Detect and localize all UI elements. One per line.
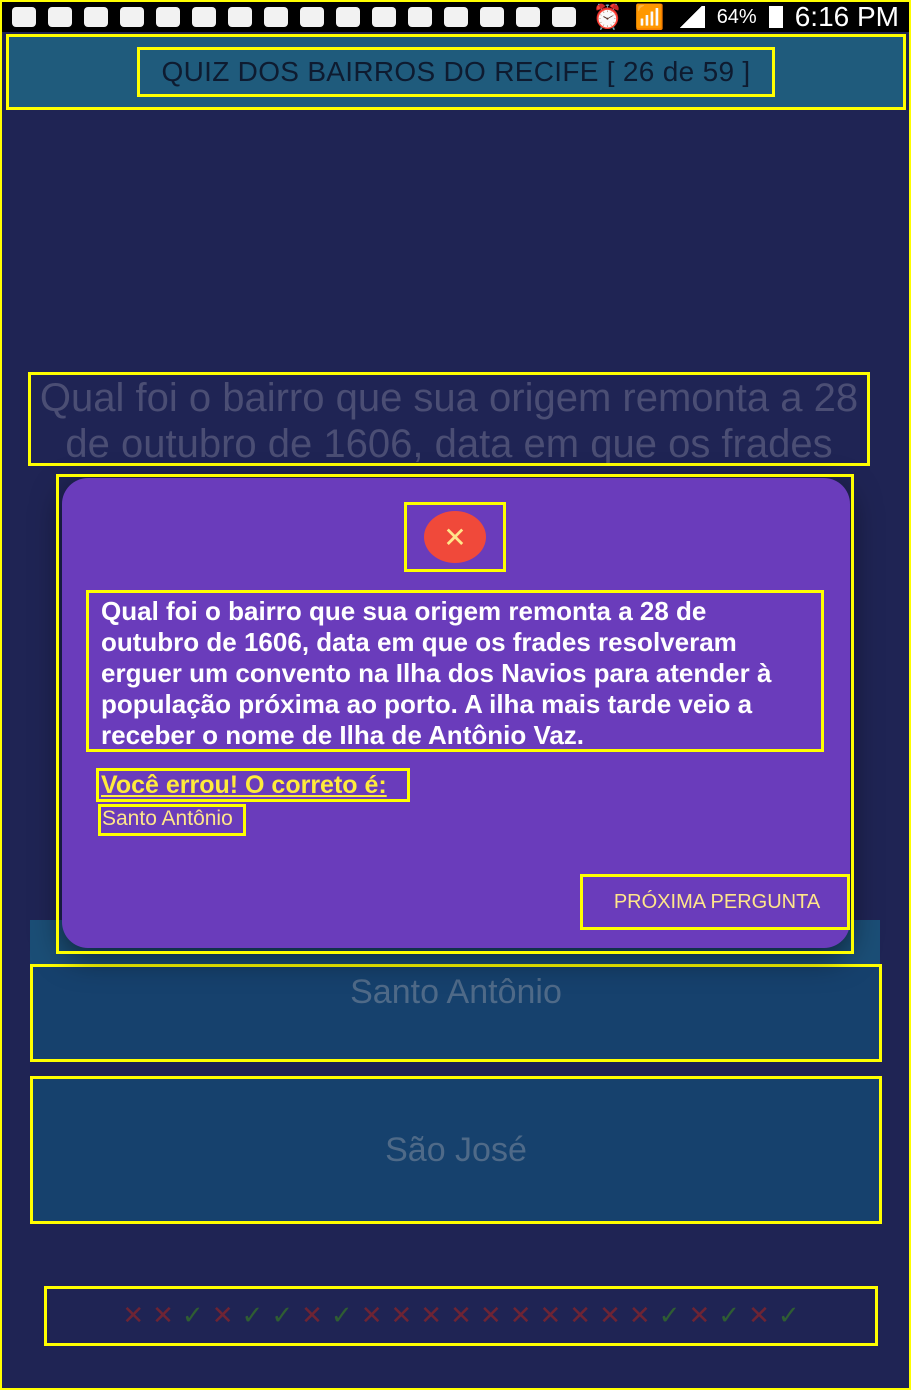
wrong-mark-icon: ✕ — [390, 1301, 413, 1331]
correct-mark-icon: ✓ — [241, 1301, 264, 1331]
wrong-mark-icon: ✕ — [360, 1301, 383, 1331]
battery-percent: 64% — [716, 5, 757, 28]
wrong-mark-icon: ✕ — [420, 1301, 443, 1331]
battery-icon — [768, 6, 783, 28]
answer-history: ✕ ✕ ✓ ✕ ✓ ✓ ✕ ✓ ✕ ✕ ✕ ✕ ✕ ✕ ✕ ✕ ✕ ✕ ✓ ✕ ✓ ✕ ✓ — [44, 1286, 878, 1346]
video-icon — [120, 7, 144, 27]
wrong-mark-icon: ✕ — [152, 1301, 174, 1331]
dialog-question-text: Qual foi o bairro que sua origem remonta… — [86, 590, 824, 752]
correct-answer-text: Santo Antônio — [98, 804, 246, 836]
page-title: QUIZ DOS BAIRROS DO RECIFE [ 26 de 59 ] — [136, 47, 776, 97]
alarm-icon — [192, 7, 216, 27]
error-icon-container: ✕ — [404, 502, 506, 572]
video-icon — [372, 7, 396, 27]
correct-mark-icon: ✓ — [271, 1301, 294, 1331]
status-bar: ⏰ 📶 64% 6:16 PM — [2, 1, 909, 33]
wrong-mark-icon: ✕ — [211, 1301, 234, 1331]
correct-mark-icon: ✓ — [718, 1301, 741, 1331]
notification-icon — [84, 7, 108, 27]
wrong-answer-label: Você errou! O correto é: — [96, 768, 410, 802]
correct-mark-icon: ✓ — [658, 1301, 681, 1331]
wrong-mark-icon: ✕ — [628, 1301, 651, 1331]
wrong-mark-icon: ✕ — [301, 1301, 323, 1331]
next-question-button[interactable]: PRÓXIMA PERGUNTA — [580, 874, 850, 930]
alarm-clock-icon: ⏰ — [592, 3, 623, 31]
app-bar: QUIZ DOS BAIRROS DO RECIFE [ 26 de 59 ] — [6, 34, 906, 110]
clock: 6:16 PM — [794, 1, 899, 32]
wrong-mark-icon: ✕ — [509, 1301, 532, 1331]
mail-icon — [300, 7, 324, 27]
notification-icon — [12, 7, 36, 27]
close-icon: ✕ — [424, 511, 486, 563]
question-text: Qual foi o bairro que sua origem remonta… — [28, 372, 870, 466]
wrong-mark-icon: ✕ — [569, 1301, 592, 1331]
wrong-mark-icon: ✕ — [599, 1301, 621, 1331]
mail-icon — [480, 7, 504, 27]
video-icon — [336, 7, 360, 27]
image-icon — [264, 7, 288, 27]
wrong-mark-icon: ✕ — [539, 1301, 562, 1331]
wrong-mark-icon: ✕ — [688, 1301, 711, 1331]
correct-mark-icon: ✓ — [330, 1301, 353, 1331]
notification-icon — [48, 7, 72, 27]
correct-mark-icon: ✓ — [777, 1301, 800, 1331]
app-icon — [552, 7, 576, 27]
notification-icons — [12, 7, 576, 27]
app-icon — [408, 7, 432, 27]
wifi-icon: 📶 — [634, 3, 665, 31]
answer-button-2[interactable]: São José — [30, 1076, 882, 1224]
system-status: ⏰ 📶 64% 6:16 PM — [593, 1, 899, 33]
wrong-mark-icon: ✕ — [479, 1301, 502, 1331]
answer-button-1[interactable]: Santo Antônio — [30, 964, 882, 1062]
laptop-icon — [516, 7, 540, 27]
app-icon — [444, 7, 468, 27]
signal-icon — [676, 6, 705, 28]
wrong-mark-icon: ✕ — [748, 1301, 770, 1331]
correct-mark-icon: ✓ — [181, 1301, 204, 1331]
wrong-mark-icon: ✕ — [122, 1301, 145, 1331]
video-icon — [156, 7, 180, 27]
video-icon — [228, 7, 252, 27]
wrong-mark-icon: ✕ — [450, 1301, 472, 1331]
